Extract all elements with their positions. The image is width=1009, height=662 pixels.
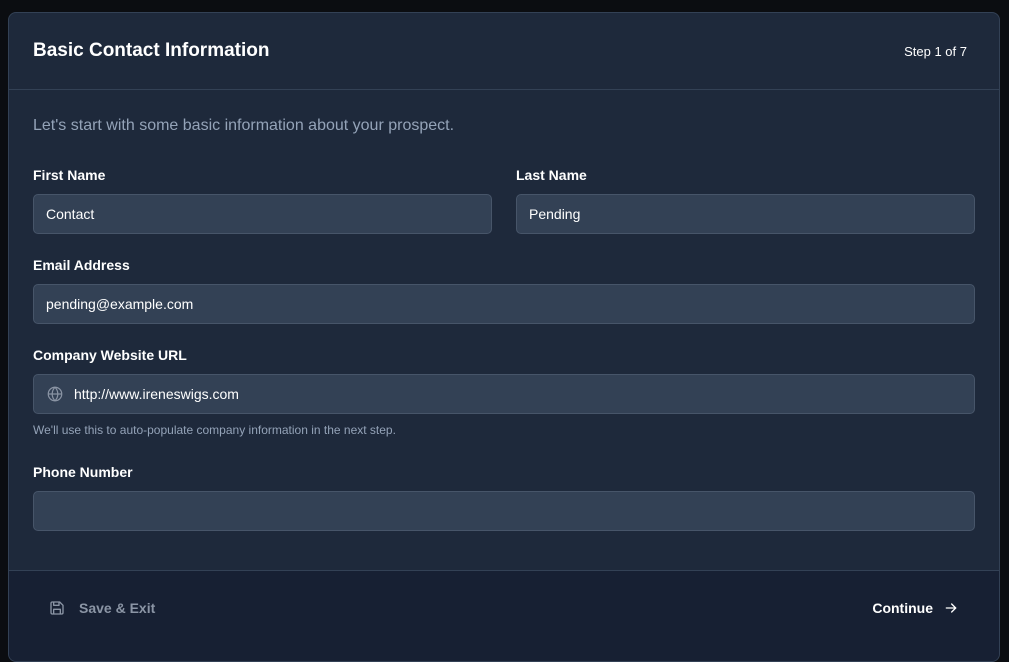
save-exit-button[interactable]: Save & Exit [49, 598, 155, 618]
card-footer: Save & Exit Continue [9, 570, 999, 661]
card-header: Basic Contact Information Step 1 of 7 [9, 13, 999, 90]
continue-label: Continue [872, 600, 933, 616]
first-name-field: First Name [33, 167, 492, 234]
email-field: Email Address [33, 257, 975, 324]
email-input[interactable] [46, 296, 962, 312]
save-icon [49, 600, 65, 616]
intro-text: Let's start with some basic information … [33, 117, 455, 134]
first-name-input-wrapper [33, 194, 492, 234]
website-input-wrapper [33, 374, 975, 414]
page-title: Basic Contact Information [33, 40, 270, 61]
contact-form-card: Basic Contact Information Step 1 of 7 Le… [8, 12, 1000, 662]
website-field: Company Website URL We'll use this to au… [33, 347, 975, 437]
first-name-input[interactable] [46, 206, 479, 222]
save-exit-label: Save & Exit [79, 600, 156, 616]
website-input[interactable] [74, 386, 962, 402]
step-indicator: Step 1 of 7 [904, 43, 967, 59]
website-label: Company Website URL [33, 347, 187, 363]
continue-button[interactable]: Continue [872, 598, 959, 618]
email-label: Email Address [33, 257, 130, 273]
last-name-input[interactable] [529, 206, 962, 222]
name-row: First Name Last Name [33, 167, 975, 257]
email-input-wrapper [33, 284, 975, 324]
arrow-right-icon [943, 600, 959, 616]
phone-input[interactable] [46, 503, 962, 519]
last-name-field: Last Name [516, 167, 975, 234]
form-body: Let's start with some basic information … [9, 90, 999, 531]
last-name-label: Last Name [516, 167, 587, 183]
website-hint: We'll use this to auto-populate company … [33, 423, 396, 437]
phone-input-wrapper [33, 491, 975, 531]
last-name-input-wrapper [516, 194, 975, 234]
globe-icon [46, 385, 64, 403]
first-name-label: First Name [33, 167, 106, 183]
phone-label: Phone Number [33, 464, 133, 480]
phone-field: Phone Number [33, 464, 975, 531]
